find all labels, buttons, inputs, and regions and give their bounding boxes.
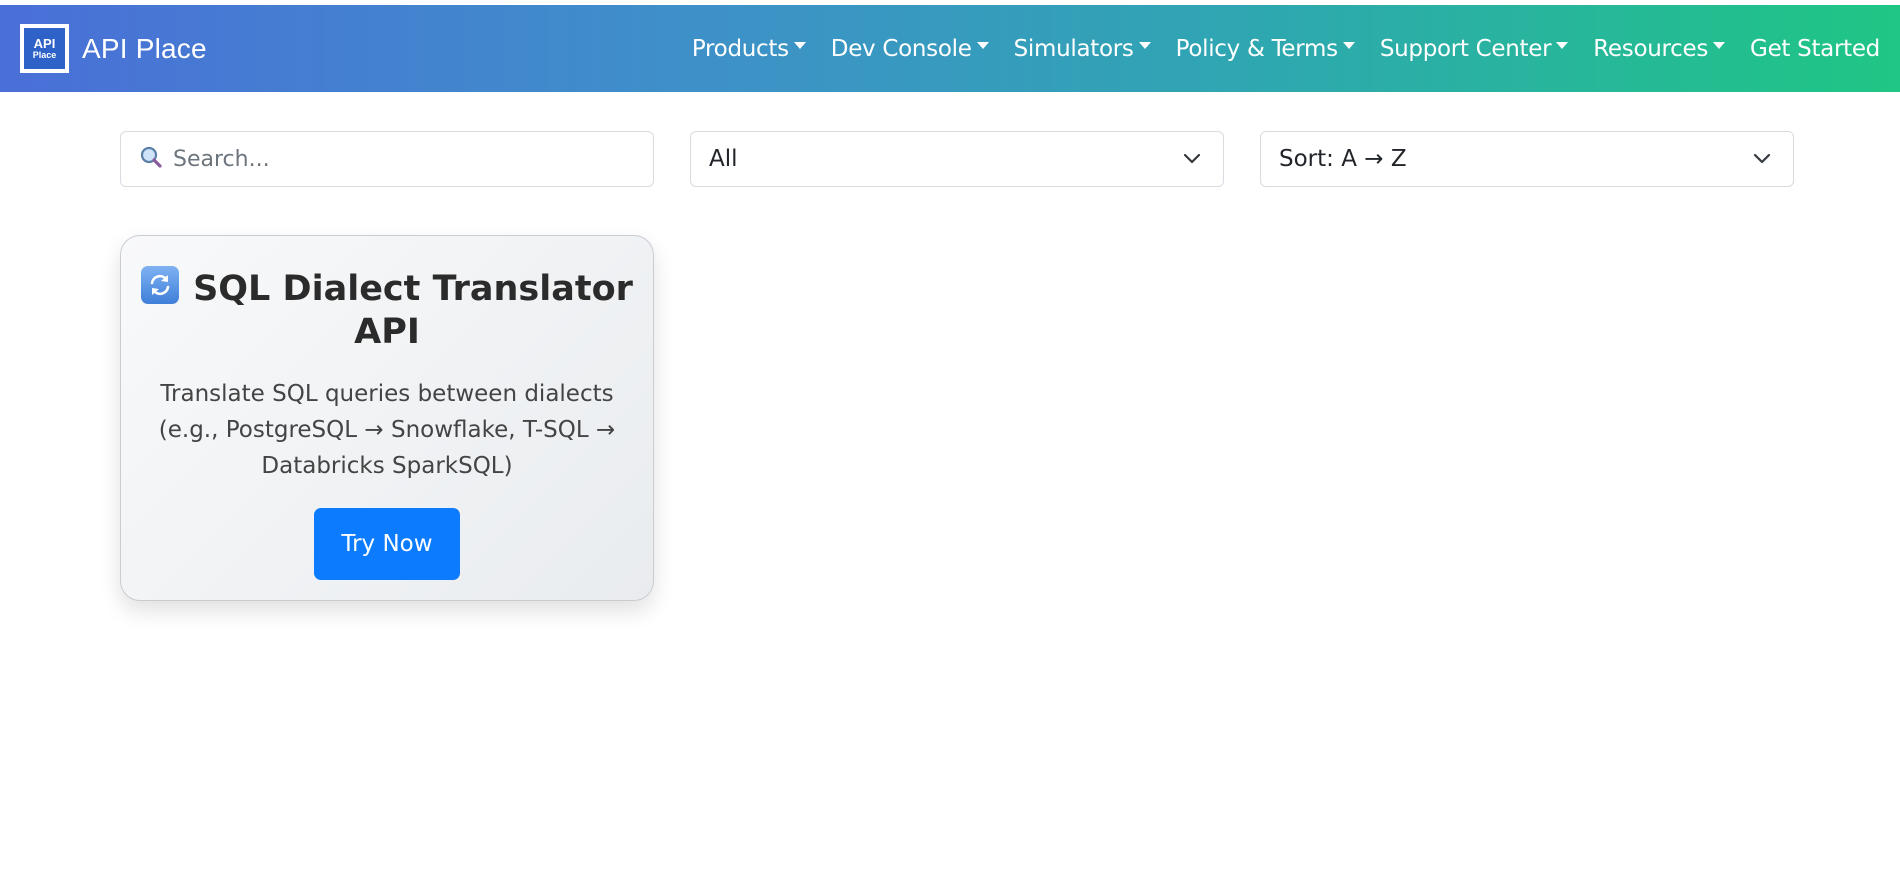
card-title: SQL Dialect Translator API [141, 266, 633, 354]
magnifier-icon [139, 145, 163, 174]
caret-down-icon [976, 42, 989, 49]
nav-products-label: Products [691, 35, 789, 62]
nav-support-center[interactable]: Support Center [1379, 35, 1569, 62]
nav-policy-terms[interactable]: Policy & Terms [1176, 36, 1355, 62]
chevron-down-icon [1753, 153, 1771, 164]
caret-down-icon [1138, 42, 1151, 49]
card-description: Translate SQL queries between dialects (… [158, 381, 616, 479]
nav-resources-label: Resources [1593, 35, 1709, 62]
nav-menu: Products Dev Console Simulators Policy &… [692, 5, 1880, 92]
nav-policy-terms-label: Policy & Terms [1175, 35, 1339, 62]
chevron-down-icon [1183, 153, 1201, 164]
navbar: API Place API Place Products Dev Console… [0, 5, 1900, 92]
brand-name: API Place [82, 32, 207, 64]
category-select-value: All [709, 146, 738, 172]
filter-bar: All Sort: A → Z [120, 131, 1794, 187]
caret-down-icon [1342, 42, 1355, 49]
caret-down-icon [1713, 42, 1726, 49]
logo-line1: API [33, 36, 56, 51]
try-now-button[interactable]: Try Now [314, 508, 460, 580]
brand-link[interactable]: API Place API Place [20, 24, 207, 73]
logo-line2: Place [32, 50, 57, 60]
nav-products[interactable]: Products [692, 36, 806, 62]
nav-support-center-label: Support Center [1379, 35, 1552, 62]
nav-simulators[interactable]: Simulators [1014, 36, 1151, 62]
arrows-refresh-icon [141, 266, 180, 304]
nav-dev-console[interactable]: Dev Console [831, 36, 989, 62]
caret-down-icon [1556, 42, 1569, 49]
brand-logo: API Place [20, 24, 69, 73]
category-select[interactable]: All [690, 131, 1224, 187]
api-card: SQL Dialect Translator API Translate SQL… [120, 235, 654, 601]
sort-select[interactable]: Sort: A → Z [1260, 131, 1794, 187]
search-input[interactable] [173, 146, 635, 172]
search-field [120, 131, 654, 187]
nav-simulators-label: Simulators [1013, 35, 1134, 62]
nav-resources[interactable]: Resources [1593, 35, 1726, 62]
nav-dev-console-label: Dev Console [830, 35, 972, 62]
nav-get-started[interactable]: Get Started [1750, 36, 1880, 62]
nav-get-started-label: Get Started [1750, 35, 1880, 62]
sort-select-value: Sort: A → Z [1279, 146, 1407, 172]
card-title-text: SQL Dialect Translator API [193, 269, 633, 352]
caret-down-icon [793, 42, 806, 49]
